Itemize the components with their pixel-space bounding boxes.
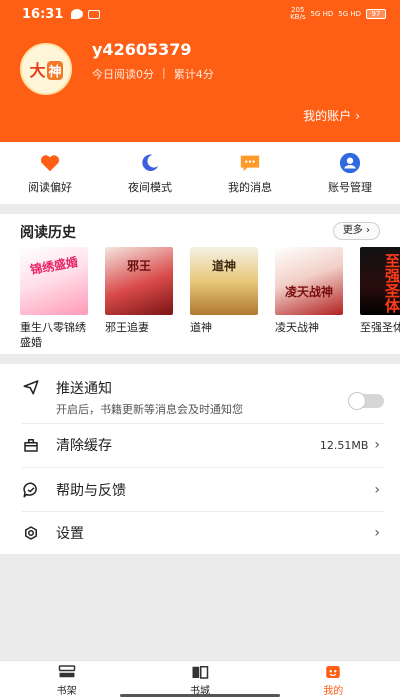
signal-2-icon: 5G HD xyxy=(338,9,361,18)
stats-separator: | xyxy=(162,66,166,79)
message-icon xyxy=(240,155,260,171)
book-cover: 邪王 xyxy=(105,247,173,315)
gear-icon xyxy=(25,526,37,540)
nav-profile-label: 我的 xyxy=(323,685,344,697)
today-read: 今日阅读0分 xyxy=(92,68,154,81)
more-label: 更多 xyxy=(342,225,363,236)
history-book[interactable]: 道神 道神 xyxy=(190,247,258,350)
reading-history-title: 阅读历史 xyxy=(20,225,76,241)
reading-stats: 今日阅读0分 | 累计4分 xyxy=(92,66,214,82)
send-icon xyxy=(23,380,39,395)
nav-bookshelf-label: 书架 xyxy=(56,685,77,697)
status-bar: 16:31 205 KB/s 5G HD 5G HD 97 xyxy=(0,0,400,28)
history-book[interactable]: 锦绣盛婚 重生八零锦绣盛婚 xyxy=(20,247,88,350)
feedback-icon xyxy=(23,482,37,498)
cache-size: 12.51MB xyxy=(319,438,369,452)
book-cover: 至强圣体 xyxy=(360,247,400,315)
push-notification-toggle[interactable] xyxy=(348,392,384,410)
cover-art: 锦绣盛婚 xyxy=(29,254,79,278)
book-cover: 凌天战神 xyxy=(275,247,343,315)
chevron-right-icon: › xyxy=(374,482,380,498)
divider xyxy=(22,467,384,468)
history-book[interactable]: 凌天战神 凌天战神 xyxy=(275,247,343,350)
my-messages-label: 我的消息 xyxy=(228,180,272,194)
bookshelf-icon xyxy=(58,664,75,677)
history-book[interactable]: 邪王 邪王追妻 xyxy=(105,247,173,350)
my-messages-button[interactable]: 我的消息 xyxy=(200,142,300,204)
chat-notification-icon xyxy=(71,9,84,19)
profile-header: 16:31 205 KB/s 5G HD 5G HD 97 大神 y426053… xyxy=(0,0,400,142)
push-notification-row: 推送通知 开启后，书籍更新等消息会及时通知您 xyxy=(0,372,400,418)
book-title: 邪王追妻 xyxy=(105,321,149,334)
account-management-label: 账号管理 xyxy=(328,180,372,194)
book-title: 至强圣体 xyxy=(360,321,400,334)
cover-art: 邪王 xyxy=(126,259,151,273)
status-time: 16:31 xyxy=(22,6,64,22)
help-feedback-label: 帮助与反馈 xyxy=(56,483,126,499)
nav-bookshelf[interactable]: 书架 xyxy=(0,661,133,700)
settings-list: 推送通知 开启后，书籍更新等消息会及时通知您 清除缓存 12.51MB › 帮助… xyxy=(0,364,400,554)
heart-icon xyxy=(40,154,60,171)
profile-icon xyxy=(326,665,341,678)
avatar-logo: 大神 xyxy=(29,61,63,80)
my-account-link[interactable]: 我的账户 › xyxy=(303,107,360,124)
night-mode-button[interactable]: 夜间模式 xyxy=(100,142,200,204)
book-cover: 道神 xyxy=(190,247,258,315)
my-account-label: 我的账户 xyxy=(303,109,352,123)
cache-icon xyxy=(24,439,38,452)
toggle-knob xyxy=(348,392,366,410)
signal-1-icon: 5G HD xyxy=(310,9,334,18)
clear-cache-row[interactable]: 清除缓存 12.51MB › xyxy=(0,424,400,466)
chevron-right-icon: › xyxy=(374,437,380,453)
battery-icon: 97 xyxy=(366,9,386,19)
help-feedback-row[interactable]: 帮助与反馈 › xyxy=(0,469,400,511)
night-mode-label: 夜间模式 xyxy=(128,180,172,194)
reading-preference-label: 阅读偏好 xyxy=(28,180,72,194)
book-cover: 锦绣盛婚 xyxy=(20,247,88,315)
chevron-right-icon: › xyxy=(355,109,360,123)
account-management-button[interactable]: 账号管理 xyxy=(300,142,400,204)
history-book-list: 锦绣盛婚 重生八零锦绣盛婚 邪王 邪王追妻 道神 道神 凌天战神 凌天战神 至强… xyxy=(20,247,400,350)
user-icon xyxy=(339,152,361,173)
username: y42605379 xyxy=(92,40,192,59)
moon-icon xyxy=(142,153,159,171)
reading-preference-button[interactable]: 阅读偏好 xyxy=(0,142,100,204)
more-history-button[interactable]: 更多 › xyxy=(332,222,380,240)
book-title: 道神 xyxy=(190,321,212,334)
nav-profile[interactable]: 我的 xyxy=(267,661,400,700)
reading-history: 阅读历史 更多 › 锦绣盛婚 重生八零锦绣盛婚 邪王 邪王追妻 道神 道神 凌天… xyxy=(0,214,400,354)
push-notification-desc: 开启后，书籍更新等消息会及时通知您 xyxy=(56,403,243,416)
quick-actions: 阅读偏好 夜间模式 我的消息 账号管理 xyxy=(0,142,400,204)
chevron-right-icon: › xyxy=(366,225,370,236)
home-indicator[interactable] xyxy=(120,694,280,697)
book-title: 重生八零锦绣盛婚 xyxy=(20,321,86,349)
cover-art: 凌天战神 xyxy=(284,285,333,299)
total-read: 累计4分 xyxy=(173,68,214,81)
settings-label: 设置 xyxy=(56,526,84,542)
avatar[interactable]: 大神 xyxy=(20,43,72,95)
push-notification-label: 推送通知 xyxy=(56,381,112,397)
book-title: 凌天战神 xyxy=(275,321,319,334)
clear-cache-label: 清除缓存 xyxy=(56,438,112,454)
cover-art: 至强圣体 xyxy=(383,253,400,313)
app-notification-icon xyxy=(88,9,101,19)
chevron-right-icon: › xyxy=(374,525,380,541)
history-book[interactable]: 至强圣体 至强圣体 xyxy=(360,247,400,350)
settings-row[interactable]: 设置 › xyxy=(0,512,400,554)
cover-art: 道神 xyxy=(211,259,236,273)
net-speed-unit: KB/s xyxy=(290,13,306,21)
bookstore-icon xyxy=(192,665,209,679)
